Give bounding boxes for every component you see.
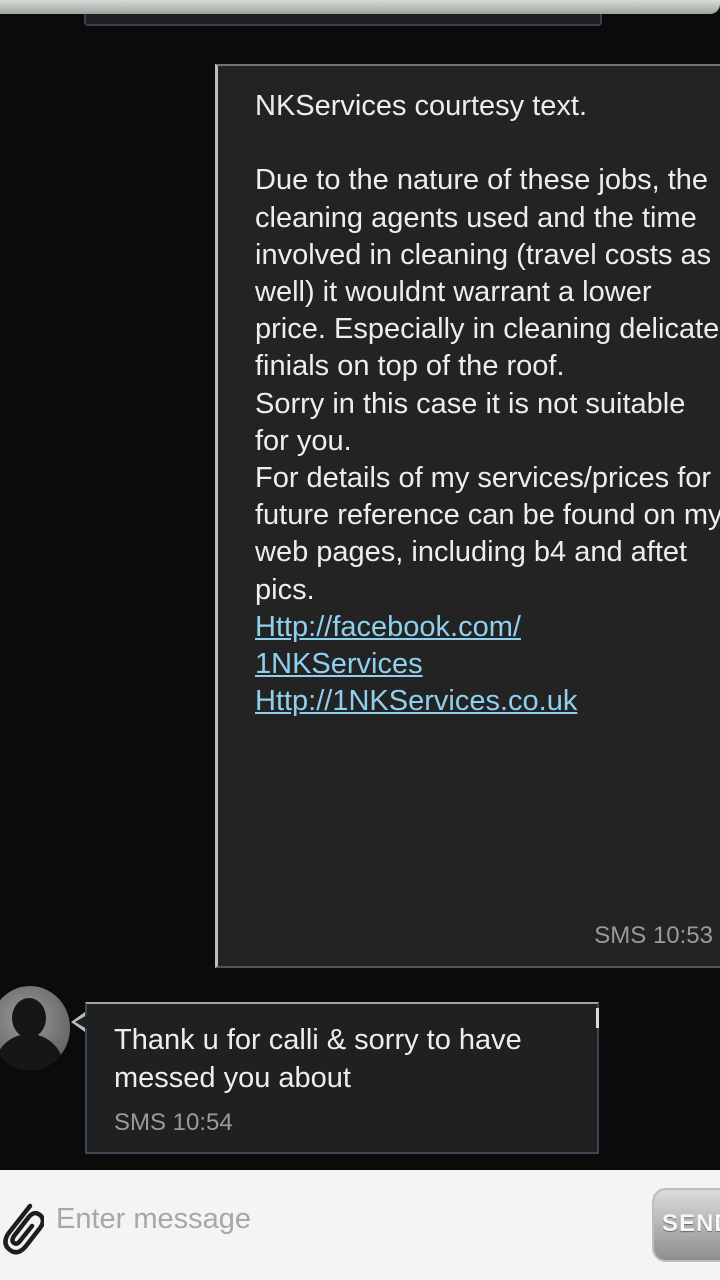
top-bar-edge	[0, 0, 720, 14]
outgoing-message-text: NKServices courtesy text. Due to the nat…	[255, 88, 720, 720]
person-silhouette-body	[0, 1034, 64, 1070]
incoming-message-bubble[interactable]: Thank u for calli & sorry to have messed…	[71, 1002, 599, 1154]
message-composer: SEND	[0, 1170, 720, 1280]
bubble-corner-mark	[596, 1008, 599, 1028]
incoming-message-timestamp: SMS 10:54	[114, 1109, 233, 1136]
paperclip-icon[interactable]	[0, 1198, 44, 1258]
send-button-label: SEND	[662, 1210, 720, 1237]
send-button[interactable]: SEND	[652, 1188, 720, 1262]
outgoing-message-body: NKServices courtesy text. Due to the nat…	[255, 90, 720, 606]
messaging-screen: NKServices courtesy text. Due to the nat…	[0, 0, 720, 1280]
outgoing-message-bubble[interactable]: NKServices courtesy text. Due to the nat…	[215, 64, 720, 968]
message-input[interactable]	[56, 1196, 616, 1242]
outgoing-message-timestamp: SMS 10:53	[594, 922, 713, 949]
bubble-tail-inner	[75, 1015, 87, 1029]
person-silhouette-icon	[12, 998, 46, 1038]
website-link[interactable]: Http://1NKServices.co.uk	[255, 683, 720, 720]
incoming-message-text: Thank u for calli & sorry to have messed…	[114, 1024, 522, 1094]
facebook-link[interactable]: Http://facebook.com/ 1NKServices	[255, 609, 720, 683]
contact-avatar[interactable]	[0, 986, 70, 1070]
